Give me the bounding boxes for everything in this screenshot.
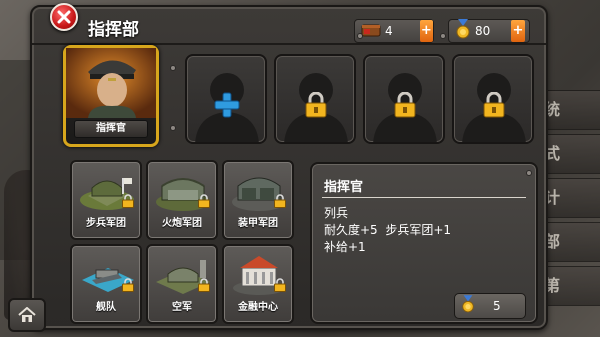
building-artillery[interactable]: 火炮军团 xyxy=(146,160,218,240)
window-title: 指挥部 xyxy=(88,20,139,40)
medal-icon xyxy=(455,19,471,43)
home-button[interactable] xyxy=(8,298,46,332)
info-title: 指挥官 xyxy=(324,180,364,195)
officer-slot-locked[interactable] xyxy=(452,54,534,144)
titlebar: 指挥部 4 + 80 + xyxy=(32,7,546,45)
building-infantry[interactable]: 步兵军团 xyxy=(70,160,142,240)
cost-amount: 5 xyxy=(493,299,501,313)
info-panel: 指挥官 列兵 耐久度+5 步兵军团+1 补给+1 5 xyxy=(310,162,538,324)
info-stats: 耐久度+5 步兵军团+1 xyxy=(324,223,452,237)
screw xyxy=(440,33,446,39)
side-button-4[interactable]: 部 xyxy=(540,222,600,262)
side-button-5[interactable]: 第 xyxy=(540,266,600,306)
lock-icon xyxy=(198,278,210,292)
commander-slot[interactable]: 指挥官 xyxy=(63,45,159,147)
lock-icon xyxy=(274,278,286,292)
lock-icon xyxy=(483,92,505,118)
screw xyxy=(170,65,176,71)
building-label: 装甲军团 xyxy=(238,218,278,229)
side-button-2[interactable]: 式 xyxy=(540,134,600,174)
add-medal-button[interactable]: + xyxy=(511,20,525,42)
building-airforce[interactable]: 空军 xyxy=(146,244,218,324)
building-label: 舰队 xyxy=(96,302,116,313)
lock-icon xyxy=(394,92,416,118)
lock-icon xyxy=(198,194,210,208)
building-label: 步兵军团 xyxy=(86,218,126,229)
medal-resource: 80 + xyxy=(448,19,530,43)
building-finance[interactable]: 金融中心 xyxy=(222,244,294,324)
home-icon xyxy=(18,307,36,322)
building-label: 金融中心 xyxy=(238,302,278,313)
supply-resource: 4 + xyxy=(354,19,434,43)
screw xyxy=(526,170,532,176)
building-label: 火炮军团 xyxy=(162,218,202,229)
plus-icon xyxy=(214,92,240,118)
lock-icon xyxy=(305,92,327,118)
close-icon xyxy=(57,10,71,24)
building-label: 空军 xyxy=(172,302,192,313)
lock-icon xyxy=(122,194,134,208)
general-portrait xyxy=(66,48,156,118)
medal-amount: 80 xyxy=(475,24,491,38)
supply-crate-icon xyxy=(361,21,381,41)
unlock-cost-button[interactable]: 5 xyxy=(454,293,526,319)
info-supply: 补给+1 xyxy=(324,240,366,254)
divider xyxy=(322,197,526,198)
screw xyxy=(357,33,363,39)
info-rank: 列兵 xyxy=(324,206,349,220)
officer-slot-locked[interactable] xyxy=(363,54,445,144)
building-armor[interactable]: 装甲军团 xyxy=(222,160,294,240)
supply-amount: 4 xyxy=(385,24,393,38)
medal-icon xyxy=(461,295,475,317)
side-button-1[interactable]: 统 xyxy=(540,90,600,130)
headquarters-window: 指挥部 4 + 80 + 指挥官 步兵军团 火炮军团 装甲军团 舰队 空军 金融… xyxy=(30,5,548,330)
side-button-3[interactable]: 计 xyxy=(540,178,600,218)
officer-slot-locked[interactable] xyxy=(274,54,356,144)
commander-label: 指挥官 xyxy=(74,120,148,138)
add-supply-button[interactable]: + xyxy=(419,20,433,42)
officer-slot-add[interactable] xyxy=(185,54,267,144)
screw xyxy=(170,125,176,131)
lock-icon xyxy=(274,194,286,208)
lock-icon xyxy=(122,278,134,292)
building-fleet[interactable]: 舰队 xyxy=(70,244,142,324)
close-button[interactable] xyxy=(50,3,78,31)
